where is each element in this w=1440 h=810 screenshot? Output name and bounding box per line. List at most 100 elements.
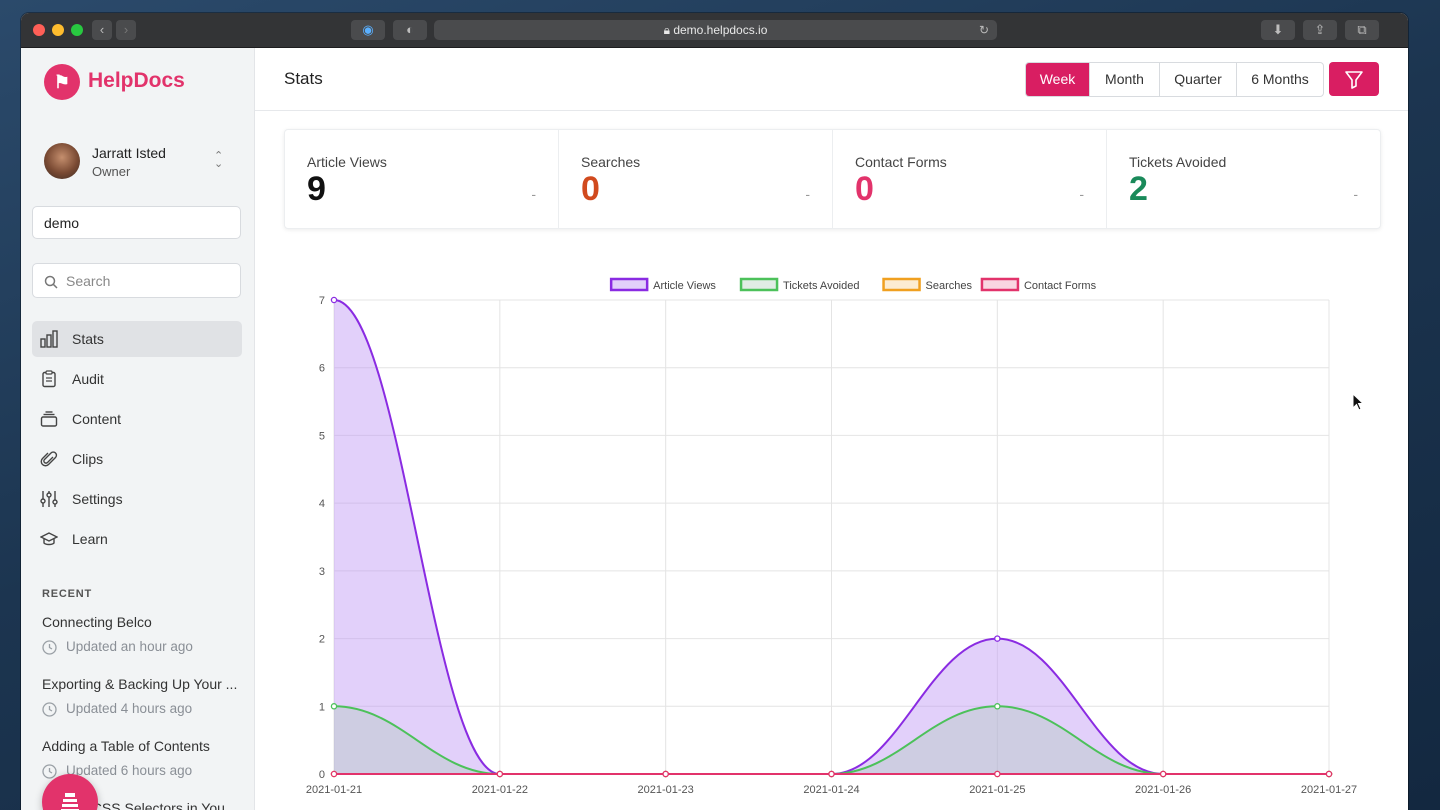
sidebar-item-settings[interactable]: Settings	[32, 481, 242, 517]
zoom-window-button[interactable]	[71, 24, 83, 36]
y-tick-label: 7	[319, 295, 325, 307]
avatar[interactable]	[44, 143, 80, 179]
chevron-up-down-icon[interactable]: ⌃ ⌄	[214, 151, 223, 170]
lock-icon: 🔒︎	[663, 23, 674, 37]
data-point	[662, 770, 669, 778]
lighthouse-icon	[61, 793, 79, 810]
sidebar-item-learn[interactable]: Learn	[32, 521, 242, 557]
sidebar-item-label: Content	[72, 411, 122, 427]
stat-contact-forms: Contact Forms 0 -	[833, 130, 1107, 228]
legend-swatch	[882, 277, 921, 292]
stat-value: 9	[307, 170, 326, 208]
stats-chart-svg: 0 1 2 3 4 5 6 7 2021-01-21 2021-01-22 2021-01-23 20…	[306, 277, 1357, 796]
y-tick-label: 2	[319, 634, 325, 646]
browser-window: ‹ › ◉ ◐ 🔒︎ demo.helpdocs.io ↻ ⬇ ⇪ ⧉ ⚑ He…	[21, 13, 1408, 810]
search-placeholder: Search	[66, 273, 111, 289]
legend-label: Searches	[926, 280, 973, 292]
mouse-cursor-icon	[1352, 393, 1364, 411]
range-selector: Week Month Quarter 6 Months	[1025, 62, 1324, 97]
stat-value: 2	[1129, 170, 1148, 208]
stack-icon	[40, 411, 58, 427]
paperclip-icon	[40, 451, 58, 467]
stat-article-views: Article Views 9 -	[285, 130, 559, 228]
range-6-months-button[interactable]: 6 Months	[1237, 63, 1323, 96]
downloads-icon[interactable]: ⬇	[1261, 20, 1295, 40]
y-tick-label: 3	[319, 566, 325, 578]
legend-label: Tickets Avoided	[783, 280, 859, 292]
bar-chart-icon	[40, 330, 58, 348]
filter-button[interactable]	[1329, 62, 1379, 96]
clock-icon	[42, 640, 57, 655]
legend-label: Contact Forms	[1024, 280, 1097, 292]
range-quarter-button[interactable]: Quarter	[1160, 63, 1237, 96]
x-tick-label: 2021-01-27	[1301, 784, 1357, 796]
minimize-window-button[interactable]	[52, 24, 64, 36]
site-selector-input[interactable]: demo	[32, 206, 241, 239]
sidebar: ⚑ HelpDocs Jarratt Isted Owner ⌃ ⌄ demo S…	[21, 48, 255, 810]
data-point	[496, 770, 504, 778]
recent-item-title[interactable]: Connecting Belco	[42, 614, 237, 630]
x-tick-label: 2021-01-26	[1135, 784, 1191, 796]
sidebar-item-label: Learn	[72, 531, 108, 547]
y-tick-label: 6	[319, 363, 325, 375]
stat-delta: -	[1353, 186, 1358, 202]
help-beacon-button[interactable]	[42, 774, 98, 810]
user-name[interactable]: Jarratt Isted	[92, 145, 166, 161]
brand-name[interactable]: HelpDocs	[88, 69, 185, 93]
data-point	[994, 770, 1001, 778]
stat-delta: -	[805, 186, 810, 202]
sidebar-item-audit[interactable]: Audit	[32, 361, 242, 397]
search-icon	[44, 275, 58, 289]
y-tick-label: 1	[319, 701, 325, 713]
y-tick-label: 5	[319, 430, 325, 442]
url-text: demo.helpdocs.io	[673, 23, 768, 37]
recent-item-title[interactable]: Adding a Table of Contents	[42, 738, 237, 754]
data-point	[330, 770, 338, 778]
stat-delta: -	[531, 186, 536, 202]
range-week-button[interactable]: Week	[1026, 63, 1090, 96]
close-window-button[interactable]	[33, 24, 45, 36]
sliders-icon	[40, 491, 58, 507]
browser-toolbar: ‹ › ◉ ◐ 🔒︎ demo.helpdocs.io ↻ ⬇ ⇪ ⧉	[21, 13, 1408, 48]
forward-icon[interactable]: ›	[116, 20, 136, 40]
clock-icon	[42, 702, 57, 717]
password-manager-icon[interactable]: ◉	[351, 20, 385, 40]
recent-heading: RECENT	[42, 588, 93, 600]
clipboard-icon	[42, 370, 56, 388]
tabs-overview-icon[interactable]: ⧉	[1345, 20, 1379, 40]
sidebar-item-content[interactable]: Content	[32, 401, 242, 437]
data-point	[1325, 770, 1333, 778]
legend-swatch	[980, 277, 1020, 292]
data-point	[828, 770, 835, 778]
data-point	[1159, 770, 1167, 778]
helpdocs-logo-icon[interactable]: ⚑	[44, 64, 80, 100]
address-bar[interactable]: 🔒︎ demo.helpdocs.io ↻	[434, 20, 997, 40]
clock-icon	[42, 764, 57, 779]
main-content: Stats Week Month Quarter 6 Months Articl…	[255, 48, 1408, 810]
back-icon[interactable]: ‹	[92, 20, 112, 40]
sidebar-item-clips[interactable]: Clips	[32, 441, 242, 477]
reload-icon[interactable]: ↻	[979, 20, 989, 40]
y-tick-label: 4	[319, 498, 325, 510]
range-month-button[interactable]: Month	[1090, 63, 1160, 96]
sidebar-item-stats[interactable]: Stats	[32, 321, 242, 357]
sidebar-item-label: Stats	[72, 331, 104, 347]
search-input[interactable]: Search	[32, 263, 241, 298]
x-tick-label: 2021-01-22	[472, 784, 528, 796]
header-divider	[255, 110, 1408, 111]
recent-item-title[interactable]: Exporting & Backing Up Your ...	[42, 676, 237, 692]
shield-icon[interactable]: ◐	[393, 20, 427, 40]
graduation-cap-icon	[40, 532, 58, 546]
data-point	[994, 635, 1001, 642]
sidebar-item-label: Clips	[72, 451, 104, 467]
data-point	[994, 703, 1001, 710]
sidebar-item-label: Settings	[72, 491, 123, 507]
data-point	[330, 703, 338, 710]
y-tick-label: 0	[319, 769, 325, 781]
legend-label: Article Views	[653, 280, 716, 292]
share-icon[interactable]: ⇪	[1303, 20, 1337, 40]
data-point	[330, 296, 338, 304]
x-tick-label: 2021-01-21	[306, 784, 362, 796]
recent-item-meta: Updated 4 hours ago	[42, 701, 192, 717]
x-tick-label: 2021-01-24	[803, 784, 859, 796]
